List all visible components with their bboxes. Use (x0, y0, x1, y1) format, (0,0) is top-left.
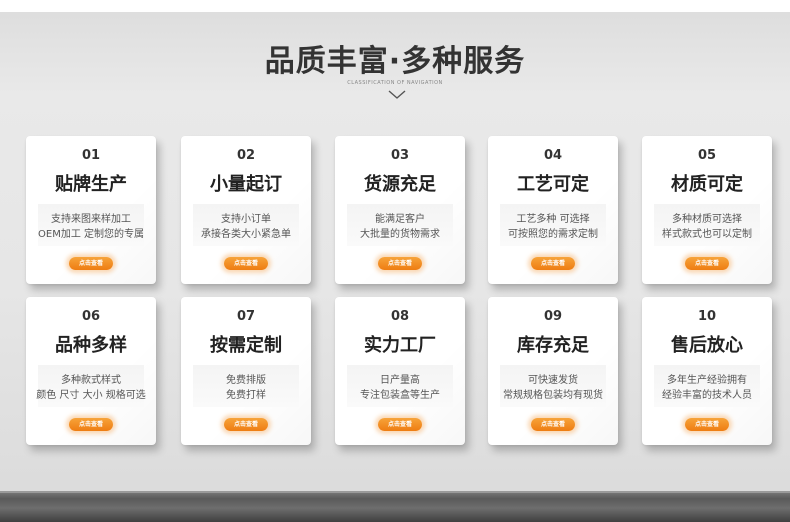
card-title: 工艺可定 (517, 174, 589, 195)
service-card[interactable]: 10 售后放心 多年生产经验拥有 经验丰富的技术人员 点击查看 (642, 297, 772, 445)
service-card[interactable]: 03 货源充足能满足客户大批量的货物需求 点击查看 (335, 136, 465, 284)
card-description-line: 支持小订单 (221, 214, 271, 225)
service-card[interactable]: 04 工艺可定 工艺多种 可选择 可按照您的需求定制 点击查看 (488, 136, 618, 284)
view-details-button[interactable]: 点击查看 (378, 418, 422, 431)
view-details-button[interactable]: 点击查看 (224, 257, 268, 270)
card-title: 按需定制 (210, 335, 282, 356)
card-description-line: 常规规格包装均有现货 (503, 390, 603, 401)
card-description: 支持来图来样加工 OEM加工 定制您的专属 (26, 212, 156, 242)
card-number: 04 (543, 148, 563, 163)
card-description: 多种款式样式颜色 尺寸 大小 规格可选 (26, 373, 156, 403)
card-description: 工艺多种 可选择 可按照您的需求定制 (488, 212, 618, 242)
card-title: 售后放心 (671, 335, 743, 356)
card-title: 材质可定 (671, 174, 743, 195)
card-description-line: 免费排版 (226, 375, 266, 386)
card-number: 08 (390, 309, 410, 324)
view-details-button[interactable]: 点击查看 (378, 257, 422, 270)
card-description-line: 大批量的货物需求 (360, 229, 440, 240)
view-details-button[interactable]: 点击查看 (69, 257, 113, 270)
card-number: 07 (236, 309, 256, 324)
view-details-button[interactable]: 点击查看 (224, 418, 268, 431)
card-description: 可快速发货常规规格包装均有现货 (488, 373, 618, 403)
card-title: 品种多样 (55, 335, 127, 356)
card-number: 05 (697, 148, 717, 163)
card-description: 多种材质可选择 样式款式也可以定制 (642, 212, 772, 242)
card-description-line: 承接各类大小紧急单 (201, 229, 291, 240)
service-card[interactable]: 06 品种多样多种款式样式颜色 尺寸 大小 规格可选 点击查看 (26, 297, 156, 445)
card-description-line: 能满足客户 (375, 214, 425, 225)
card-description-line: 日产量高 (380, 375, 420, 386)
card-description-line: 可按照您的需求定制 (508, 229, 598, 240)
card-number: 01 (81, 148, 101, 163)
card-description-line: 样式款式也可以定制 (662, 229, 752, 240)
view-details-button[interactable]: 点击查看 (531, 418, 575, 431)
card-description-line: 工艺多种 可选择 (516, 214, 590, 225)
card-description: 能满足客户大批量的货物需求 (335, 212, 465, 242)
card-description-line: 多种款式样式 (61, 375, 121, 386)
service-card[interactable]: 01 贴牌生产支持来图来样加工 OEM加工 定制您的专属 点击查看 (26, 136, 156, 284)
service-card[interactable]: 07 按需定制免费排版免费打样点击查看 (181, 297, 311, 445)
card-description-line: 免费打样 (226, 390, 266, 401)
card-number: 10 (697, 309, 717, 324)
card-description-line: 多年生产经验拥有 (667, 375, 747, 386)
card-description-line: OEM加工 定制您的专属 (38, 229, 144, 240)
card-title: 小量起订 (210, 174, 282, 195)
service-grid: 01 贴牌生产 支持来图来样加工 OEM加工 定制您的专属 点击查看 02 小量起订 支持小订… (0, 0, 790, 522)
card-description-line: 专注包装盒等生产 (360, 390, 440, 401)
view-details-button[interactable]: 点击查看 (531, 257, 575, 270)
card-title: 实力工厂 (364, 335, 436, 356)
card-title: 货源充足 (364, 174, 436, 195)
view-details-button[interactable]: 点击查看 (69, 418, 113, 431)
card-number: 03 (390, 148, 410, 163)
card-description: 多年生产经验拥有 经验丰富的技术人员 (642, 373, 772, 403)
card-description: 免费排版 免费打样 (181, 373, 311, 403)
service-card[interactable]: 08 实力工厂日产量高专注包装盒等生产 点击查看 (335, 297, 465, 445)
card-number: 06 (81, 309, 101, 324)
bottom-divider (0, 491, 790, 493)
card-description: 日产量高专注包装盒等生产 (335, 373, 465, 403)
bottom-bar (0, 491, 790, 522)
card-description: 支持小订单承接各类大小紧急单 (181, 212, 311, 242)
card-description-line: 颜色 尺寸 大小 规格可选 (36, 390, 146, 401)
card-number: 02 (236, 148, 256, 163)
card-description-line: 多种材质可选择 (672, 214, 742, 225)
view-details-button[interactable]: 点击查看 (685, 418, 729, 431)
card-number: 09 (543, 309, 563, 324)
card-description-line: 可快速发货 (528, 375, 578, 386)
card-description-line: 经验丰富的技术人员 (662, 390, 752, 401)
card-title: 贴牌生产 (55, 174, 127, 195)
service-card[interactable]: 02 小量起订支持小订单承接各类大小紧急单 点击查看 (181, 136, 311, 284)
view-details-button[interactable]: 点击查看 (685, 257, 729, 270)
service-card[interactable]: 09 库存充足可快速发货常规规格包装均有现货 点击查看 (488, 297, 618, 445)
service-card[interactable]: 05 材质可定 多种材质可选择 样式款式也可以定制 点击查看 (642, 136, 772, 284)
card-title: 库存充足 (517, 335, 589, 356)
card-description-line: 支持来图来样加工 (51, 214, 131, 225)
